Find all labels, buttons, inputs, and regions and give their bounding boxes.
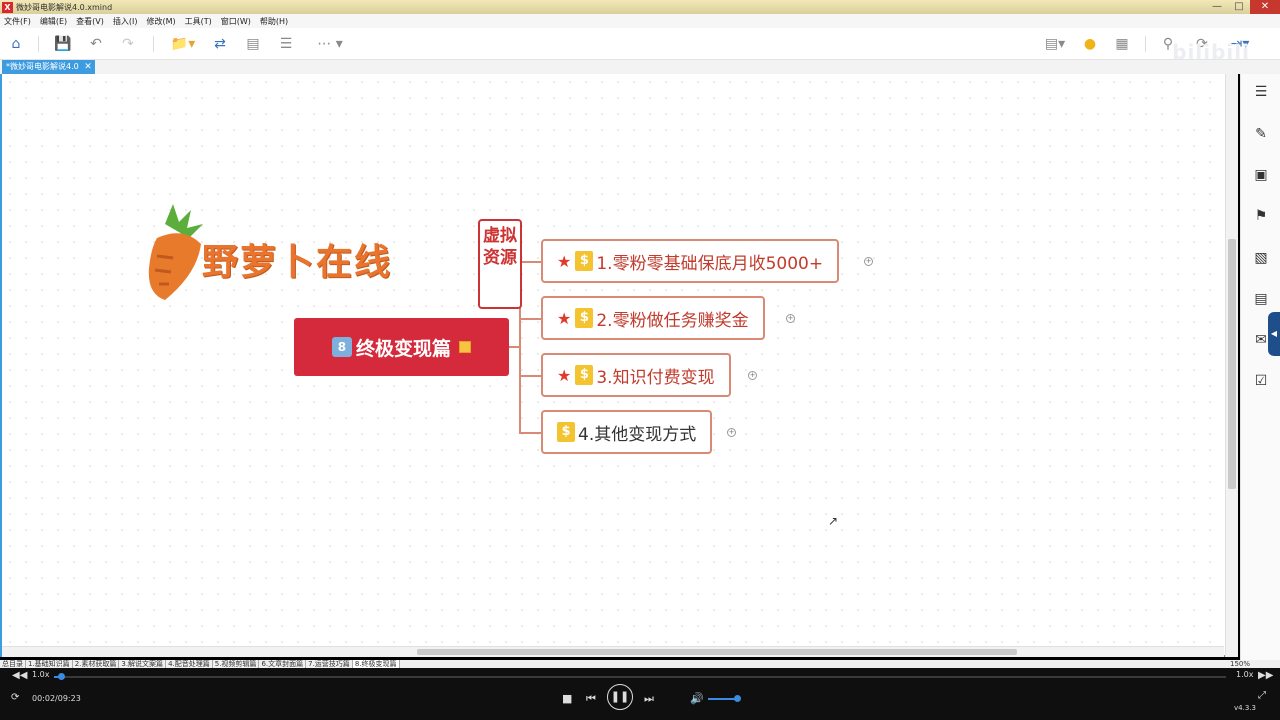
virtual-resource-seal: 虚拟资源 [478, 219, 522, 309]
sheet-tab[interactable]: 1.基础知识篇 [26, 660, 73, 668]
video-player-bar: ◀◀ 1.0x 1.0x ▶▶ ⟳ 00:02/09:23 ■ ⏮ ❚❚ ⏭ 🔊… [0, 668, 1280, 720]
sheet-tab[interactable]: 3.解说文案篇 [119, 660, 167, 668]
connector-line [519, 376, 542, 434]
sheet-tab[interactable]: 总目录 [0, 660, 26, 668]
logo-text: 野萝卜在线 [202, 242, 393, 283]
previous-icon[interactable]: ⏮ [586, 692, 596, 706]
dollar-icon: $ [575, 251, 594, 271]
vertical-scrollbar[interactable] [1225, 74, 1238, 657]
subtopic-label: 2.零粉做任务赚奖金 [596, 310, 749, 331]
flag-icon[interactable]: ⚑ [1251, 206, 1271, 226]
expand-icon[interactable]: + [748, 371, 757, 380]
sheet-tab[interactable]: 4.配音处理篇 [166, 660, 213, 668]
central-topic[interactable]: 8 终极变现篇 [294, 318, 509, 376]
topic-number-badge: 8 [331, 337, 352, 357]
star-icon: ★ [557, 308, 572, 328]
star-icon: ★ [557, 365, 572, 385]
speed-right[interactable]: 1.0x [1236, 670, 1253, 679]
outline-panel-icon[interactable]: ☰ [1251, 82, 1271, 102]
expand-icon[interactable]: + [864, 257, 873, 266]
horizontal-scrollbar[interactable] [2, 646, 1224, 657]
horizontal-scroll-thumb[interactable] [417, 649, 1017, 655]
skip-forward-icon[interactable]: ▶▶ [1258, 670, 1273, 681]
subtopic-1[interactable]: ★ $ 1.零粉零基础保底月收5000+ [541, 239, 840, 283]
dollar-icon: $ [575, 365, 594, 385]
subtopic-3[interactable]: ★ $ 3.知识付费变现 [541, 353, 731, 397]
progress-bar[interactable] [54, 673, 1226, 680]
image-icon[interactable]: ▣ [1251, 165, 1271, 185]
close-button[interactable]: ✕ [1250, 0, 1280, 14]
collapse-panel-icon[interactable]: ◀ [1268, 312, 1280, 356]
sheet-tab-bar: 总目录 1.基础知识篇 2.素材获取篇 3.解说文案篇 4.配音处理篇 5.视频… [0, 660, 1280, 668]
central-topic-label: 终极变现篇 [355, 337, 451, 360]
mouse-cursor-icon: ↗ [828, 514, 839, 528]
task-icon[interactable]: ☑ [1251, 371, 1271, 391]
text-icon[interactable]: ▧ [1251, 248, 1271, 268]
sheet-tab[interactable]: 2.素材获取篇 [73, 660, 120, 668]
sheet-tab[interactable]: 7.运营技巧篇 [306, 660, 353, 668]
version-label: v4.3.3 [1234, 704, 1256, 712]
subtopic-label: 3.知识付费变现 [596, 367, 715, 388]
notes-icon[interactable]: ▤ [1251, 289, 1271, 309]
speed-left[interactable]: 1.0x [32, 670, 49, 679]
dollar-icon: $ [557, 422, 575, 442]
stop-icon[interactable]: ■ [562, 692, 572, 705]
expand-icon[interactable]: + [786, 314, 795, 323]
format-brush-icon[interactable]: ✎ [1251, 124, 1271, 144]
expand-icon[interactable]: + [727, 428, 736, 437]
note-icon[interactable] [459, 341, 471, 353]
star-icon: ★ [557, 251, 572, 271]
fullscreen-icon[interactable]: ⤢ [1258, 690, 1266, 701]
right-side-panel: ☰ ✎ ▣ ⚑ ▧ ▤ ✉ ☑ [1240, 74, 1280, 660]
connector-line [519, 347, 542, 377]
sheet-tab[interactable]: 5.视频剪辑篇 [213, 660, 260, 668]
subtopic-label: 4.其他变现方式 [578, 424, 697, 445]
subtopic-label: 1.零粉零基础保底月收5000+ [596, 253, 824, 274]
volume-icon[interactable]: 🔊 [690, 692, 704, 705]
dollar-icon: $ [575, 308, 594, 328]
pause-button[interactable]: ❚❚ [607, 684, 633, 710]
vertical-scroll-thumb[interactable] [1228, 239, 1236, 489]
time-display: 00:02/09:23 [32, 694, 81, 703]
skip-back-icon[interactable]: ◀◀ [12, 670, 27, 681]
volume-handle[interactable] [734, 695, 741, 702]
app-root: X 微妙哥电影解说4.0.xmind — □ ✕ 文件(F) 编辑(E) 查看(… [0, 0, 1280, 720]
loop-icon[interactable]: ⟳ [11, 692, 19, 703]
sheet-tab[interactable]: 6.文章封面篇 [259, 660, 307, 668]
subtopic-2[interactable]: ★ $ 2.零粉做任务赚奖金 [541, 296, 765, 340]
next-icon[interactable]: ⏭ [644, 692, 654, 706]
sheet-tab-active[interactable]: 8.终极变现篇 [352, 660, 400, 668]
subtopic-4[interactable]: $ 4.其他变现方式 [541, 410, 713, 454]
zoom-level[interactable]: 150% [1230, 660, 1250, 668]
progress-handle[interactable] [58, 673, 65, 680]
